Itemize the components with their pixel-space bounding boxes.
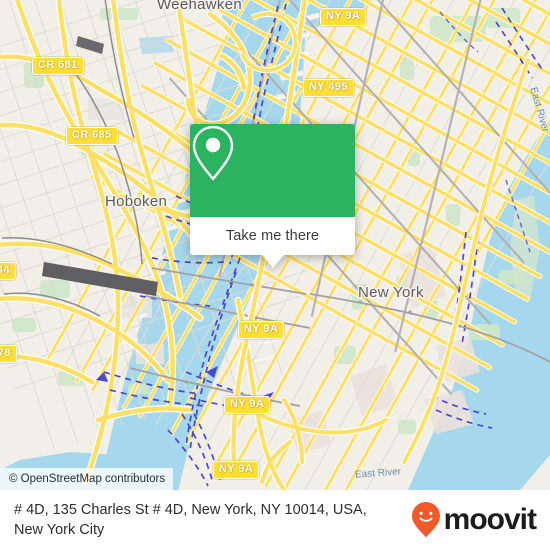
moovit-smiley-pin-icon: [411, 502, 440, 538]
address-block: # 4D, 135 Charles St # 4D, New York, NY …: [14, 500, 367, 540]
address-line-2: New York City: [14, 522, 105, 538]
moovit-map-screenshot: Weehawken Hoboken New York East River Ea…: [0, 0, 550, 550]
popup-pin-area: [190, 124, 355, 217]
location-pin-icon: [192, 125, 234, 181]
footer-bar: # 4D, 135 Charles St # 4D, New York, NY …: [0, 490, 550, 550]
popup-tail: [261, 255, 284, 268]
moovit-logo[interactable]: moovit: [411, 501, 537, 539]
popup-cta-label: Take me there: [225, 228, 320, 244]
attribution-text: © OpenStreetMap contributors: [9, 473, 166, 485]
moovit-wordmark: moovit: [443, 503, 537, 536]
map-canvas[interactable]: Weehawken Hoboken New York East River Ea…: [0, 0, 550, 490]
destination-popup[interactable]: Take me there: [190, 124, 355, 268]
popup-cta[interactable]: Take me there: [190, 217, 355, 268]
address-line-1: # 4D, 135 Charles St # 4D, New York, NY …: [14, 502, 367, 518]
map-attribution[interactable]: © OpenStreetMap contributors: [0, 468, 174, 490]
